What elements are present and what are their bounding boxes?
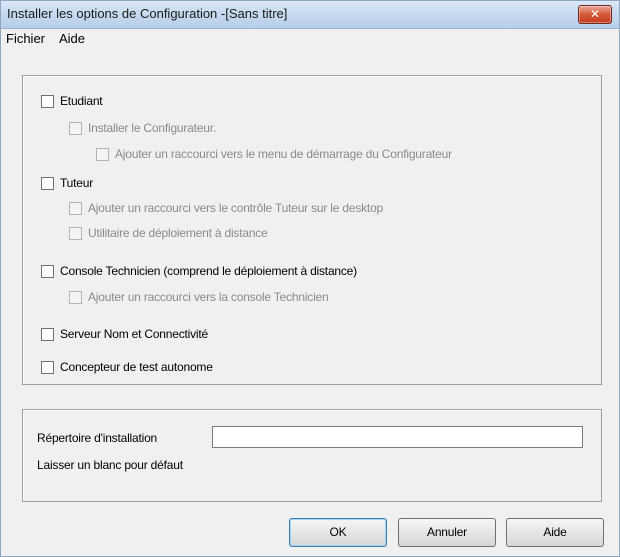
cancel-button[interactable]: Annuler [398, 518, 496, 547]
checkbox-installer-configurateur [69, 122, 82, 135]
option-raccourci-tuteur-label: Ajouter un raccourci vers le contrôle Tu… [88, 201, 384, 215]
checkbox-raccourci-console [69, 291, 82, 304]
option-raccourci-configurateur-label: Ajouter un raccourci vers le menu de dém… [115, 147, 452, 161]
checkbox-serveur-nom[interactable] [41, 328, 54, 341]
option-installer-configurateur-label: Installer le Configurateur. [88, 121, 217, 135]
checkbox-concepteur-test[interactable] [41, 361, 54, 374]
components-group: Etudiant Installer le Configurateur. Ajo… [22, 75, 602, 385]
option-etudiant-label: Etudiant [60, 94, 103, 108]
title-bar[interactable]: Installer les options de Configuration -… [1, 1, 619, 29]
checkbox-raccourci-tuteur [69, 202, 82, 215]
checkbox-etudiant[interactable] [41, 95, 54, 108]
checkbox-raccourci-configurateur [96, 148, 109, 161]
install-directory-input[interactable] [212, 426, 583, 448]
option-utilitaire-deploiement-label: Utilitaire de déploiement à distance [88, 226, 268, 240]
menu-bar: Fichier Aide [1, 29, 619, 49]
menu-fichier[interactable]: Fichier [6, 31, 45, 46]
option-concepteur-test-label: Concepteur de test autonome [60, 360, 213, 374]
option-tuteur-label: Tuteur [60, 176, 94, 190]
ok-button[interactable]: OK [289, 518, 387, 547]
menu-aide[interactable]: Aide [59, 31, 85, 46]
install-directory-group: Répertoire d'installation Laisser un bla… [22, 409, 602, 502]
window-title: Installer les options de Configuration -… [7, 6, 288, 21]
install-directory-hint: Laisser un blanc pour défaut [37, 458, 183, 472]
help-button[interactable]: Aide [506, 518, 604, 547]
option-serveur-nom-label: Serveur Nom et Connectivité [60, 327, 208, 341]
install-directory-label: Répertoire d'installation [37, 431, 158, 445]
option-console-technicien-label: Console Technicien (comprend le déploiem… [60, 264, 357, 278]
checkbox-tuteur[interactable] [41, 177, 54, 190]
option-raccourci-console-label: Ajouter un raccourci vers la console Tec… [88, 290, 329, 304]
checkbox-console-technicien[interactable] [41, 265, 54, 278]
close-button[interactable]: ✕ [578, 5, 612, 24]
close-icon: ✕ [589, 7, 601, 21]
installer-options-window: Installer les options de Configuration -… [0, 0, 620, 557]
checkbox-utilitaire-deploiement [69, 227, 82, 240]
